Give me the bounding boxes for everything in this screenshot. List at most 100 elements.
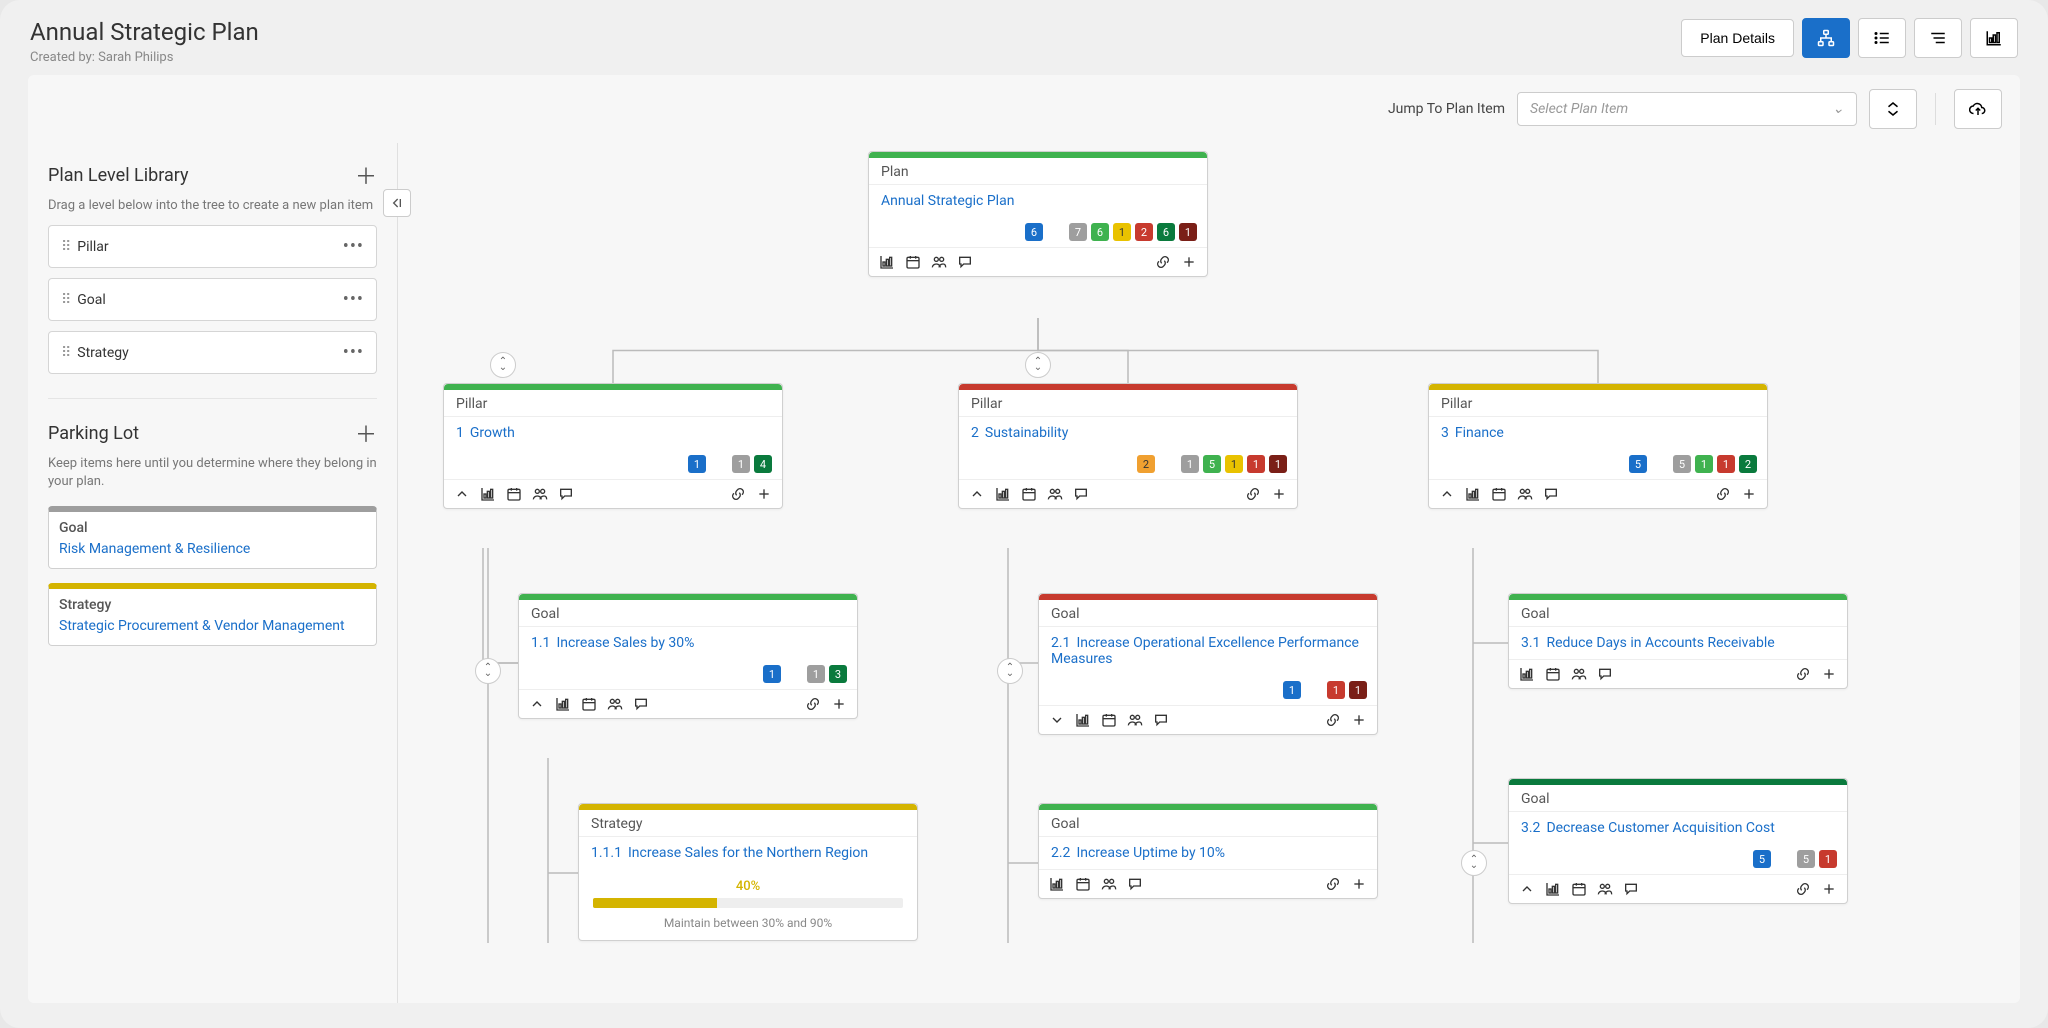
comment-icon[interactable] (957, 254, 973, 270)
calendar-icon[interactable] (1075, 876, 1091, 892)
people-icon[interactable] (1127, 712, 1143, 728)
add-child-button[interactable] (1821, 881, 1837, 897)
add-child-button[interactable] (756, 486, 772, 502)
comment-icon[interactable] (1597, 666, 1613, 682)
node-title[interactable]: 2.1Increase Operational Excellence Perfo… (1039, 627, 1377, 675)
comment-icon[interactable] (1153, 712, 1169, 728)
add-child-button[interactable] (1351, 712, 1367, 728)
collapse-all-button[interactable] (1869, 89, 1917, 129)
branch-toggle[interactable] (1461, 850, 1487, 876)
add-child-button[interactable] (1271, 486, 1287, 502)
chart-icon[interactable] (1049, 876, 1065, 892)
plan-node[interactable]: Goal 2.1Increase Operational Excellence … (1038, 593, 1378, 735)
comment-icon[interactable] (1073, 486, 1089, 502)
parking-add-button[interactable]: ＋ (355, 417, 377, 449)
calendar-icon[interactable] (581, 696, 597, 712)
chart-icon[interactable] (480, 486, 496, 502)
comment-icon[interactable] (633, 696, 649, 712)
people-icon[interactable] (1571, 666, 1587, 682)
comment-icon[interactable] (1127, 876, 1143, 892)
plan-node[interactable]: Goal 3.2Decrease Customer Acquisition Co… (1508, 778, 1848, 904)
export-cloud-button[interactable] (1954, 89, 2002, 129)
view-list-button[interactable] (1858, 18, 1906, 58)
plan-node[interactable]: Goal 1.1Increase Sales by 30%113 (518, 593, 858, 719)
add-child-button[interactable] (1181, 254, 1197, 270)
plan-node[interactable]: Goal 3.1Reduce Days in Accounts Receivab… (1508, 593, 1848, 689)
view-chart-button[interactable] (1970, 18, 2018, 58)
expand-toggle[interactable] (529, 696, 545, 712)
parking-card[interactable]: GoalRisk Management & Resilience (48, 506, 377, 569)
calendar-icon[interactable] (1021, 486, 1037, 502)
more-icon[interactable]: ••• (343, 236, 364, 257)
level-item-pillar[interactable]: ⠿Pillar••• (48, 225, 377, 268)
view-outline-button[interactable] (1914, 18, 1962, 58)
expand-toggle[interactable] (454, 486, 470, 502)
expand-toggle[interactable] (1049, 712, 1065, 728)
add-child-button[interactable] (1351, 876, 1367, 892)
branch-toggle[interactable] (490, 352, 516, 378)
chart-icon[interactable] (1465, 486, 1481, 502)
expand-toggle[interactable] (969, 486, 985, 502)
chart-icon[interactable] (1545, 881, 1561, 897)
plan-node[interactable]: Goal 2.2Increase Uptime by 10% (1038, 803, 1378, 899)
node-title[interactable]: 3Finance (1429, 417, 1767, 449)
plan-node[interactable]: Pillar 1Growth114 (443, 383, 783, 509)
chart-icon[interactable] (995, 486, 1011, 502)
node-title[interactable]: 3.2Decrease Customer Acquisition Cost (1509, 812, 1847, 844)
add-child-button[interactable] (1821, 666, 1837, 682)
more-icon[interactable]: ••• (343, 342, 364, 363)
branch-toggle[interactable] (1025, 352, 1051, 378)
comment-icon[interactable] (1543, 486, 1559, 502)
link-icon[interactable] (1715, 486, 1731, 502)
expand-toggle[interactable] (1439, 486, 1455, 502)
add-child-button[interactable] (1741, 486, 1757, 502)
link-icon[interactable] (1325, 876, 1341, 892)
plan-details-button[interactable]: Plan Details (1681, 19, 1794, 57)
link-icon[interactable] (1245, 486, 1261, 502)
level-item-strategy[interactable]: ⠿Strategy••• (48, 331, 377, 374)
link-icon[interactable] (805, 696, 821, 712)
chart-icon[interactable] (879, 254, 895, 270)
expand-toggle[interactable] (1519, 881, 1535, 897)
link-icon[interactable] (1795, 881, 1811, 897)
comment-icon[interactable] (1623, 881, 1639, 897)
node-title[interactable]: 3.1Reduce Days in Accounts Receivable (1509, 627, 1847, 659)
parking-card[interactable]: StrategyStrategic Procurement & Vendor M… (48, 583, 377, 646)
calendar-icon[interactable] (1491, 486, 1507, 502)
chart-icon[interactable] (1519, 666, 1535, 682)
node-title[interactable]: 2.2Increase Uptime by 10% (1039, 837, 1377, 869)
plan-node[interactable]: Plan Annual Strategic Plan6761261 (868, 151, 1208, 277)
people-icon[interactable] (931, 254, 947, 270)
more-icon[interactable]: ••• (343, 289, 364, 310)
node-title[interactable]: 2Sustainability (959, 417, 1297, 449)
link-icon[interactable] (730, 486, 746, 502)
node-title[interactable]: 1Growth (444, 417, 782, 449)
plan-node[interactable]: Strategy 1.1.1Increase Sales for the Nor… (578, 803, 918, 941)
calendar-icon[interactable] (1571, 881, 1587, 897)
chart-icon[interactable] (555, 696, 571, 712)
people-icon[interactable] (1597, 881, 1613, 897)
people-icon[interactable] (607, 696, 623, 712)
link-icon[interactable] (1155, 254, 1171, 270)
node-title[interactable]: 1.1Increase Sales by 30% (519, 627, 857, 659)
view-tree-button[interactable] (1802, 18, 1850, 58)
chart-icon[interactable] (1075, 712, 1091, 728)
branch-toggle[interactable] (475, 658, 501, 684)
link-icon[interactable] (1795, 666, 1811, 682)
branch-toggle[interactable] (997, 658, 1023, 684)
calendar-icon[interactable] (905, 254, 921, 270)
people-icon[interactable] (1517, 486, 1533, 502)
level-item-goal[interactable]: ⠿Goal••• (48, 278, 377, 321)
people-icon[interactable] (1101, 876, 1117, 892)
library-add-button[interactable]: ＋ (355, 159, 377, 191)
node-title[interactable]: 1.1.1Increase Sales for the Northern Reg… (579, 837, 917, 869)
node-title[interactable]: Annual Strategic Plan (869, 185, 1207, 217)
people-icon[interactable] (532, 486, 548, 502)
calendar-icon[interactable] (506, 486, 522, 502)
comment-icon[interactable] (558, 486, 574, 502)
calendar-icon[interactable] (1101, 712, 1117, 728)
link-icon[interactable] (1325, 712, 1341, 728)
calendar-icon[interactable] (1545, 666, 1561, 682)
plan-node[interactable]: Pillar 2Sustainability215111 (958, 383, 1298, 509)
plan-item-select[interactable]: Select Plan Item ⌄ (1517, 92, 1857, 126)
